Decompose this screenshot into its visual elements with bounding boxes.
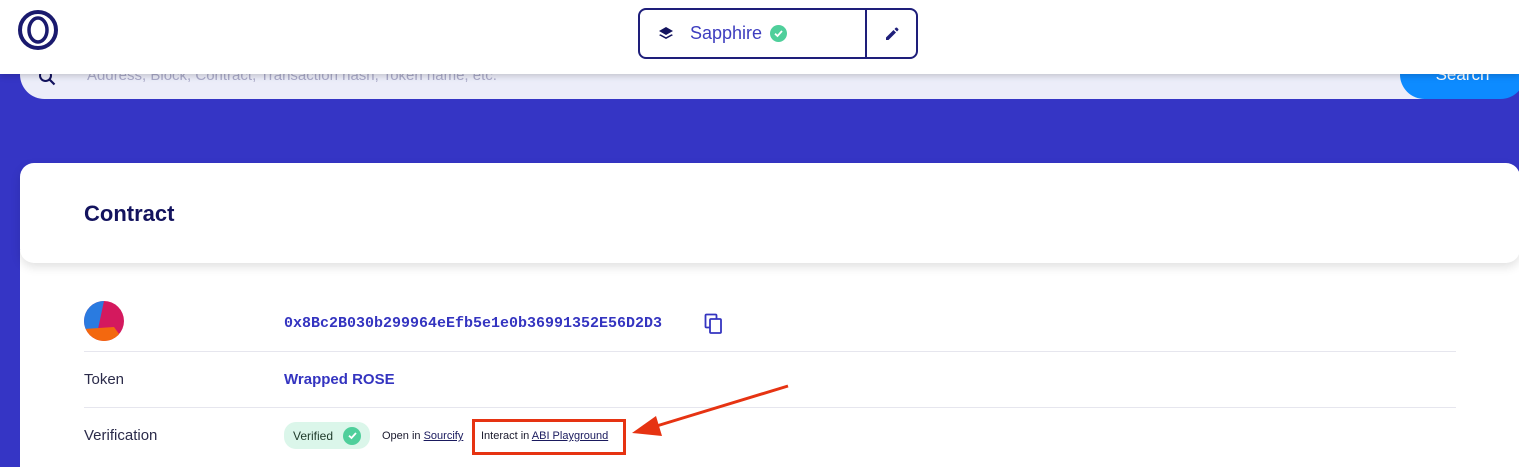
edit-network-button[interactable]	[867, 10, 916, 57]
copy-icon[interactable]	[704, 313, 724, 335]
verified-text: Verified	[293, 428, 334, 443]
top-bar: Sapphire	[0, 0, 1519, 74]
verified-badge: Verified	[284, 422, 370, 449]
contract-avatar	[84, 301, 124, 341]
annotation-arrow-icon	[632, 384, 789, 436]
token-label: Token	[84, 371, 125, 388]
network-selector: Sapphire	[638, 8, 918, 59]
oasis-logo-icon[interactable]	[17, 9, 59, 51]
network-name: Sapphire	[690, 23, 763, 43]
verification-label: Verification	[84, 427, 158, 444]
page-title: Contract	[84, 201, 175, 226]
layers-icon	[659, 26, 673, 39]
annotation-highlight-box	[472, 419, 626, 455]
open-in-text: Open in	[382, 430, 424, 442]
sourcify-link[interactable]: Sourcify	[424, 430, 464, 442]
network-selector-button[interactable]: Sapphire	[640, 10, 867, 57]
open-in-sourcify: Open in Sourcify	[382, 430, 463, 442]
check-circle-icon	[343, 426, 362, 445]
check-circle-icon	[770, 25, 788, 42]
token-link[interactable]: Wrapped ROSE	[284, 371, 395, 388]
address-value: 0x8Bc2B030b299964eEfb5e1e0b36991352E56D2…	[284, 313, 722, 334]
contract-title-card: Contract	[20, 163, 1519, 263]
address-row: 0x8Bc2B030b299964eEfb5e1e0b36991352E56D2…	[84, 250, 1456, 352]
contract-address[interactable]: 0x8Bc2B030b299964eEfb5e1e0b36991352E56D2…	[284, 315, 662, 332]
pencil-icon	[885, 27, 898, 40]
